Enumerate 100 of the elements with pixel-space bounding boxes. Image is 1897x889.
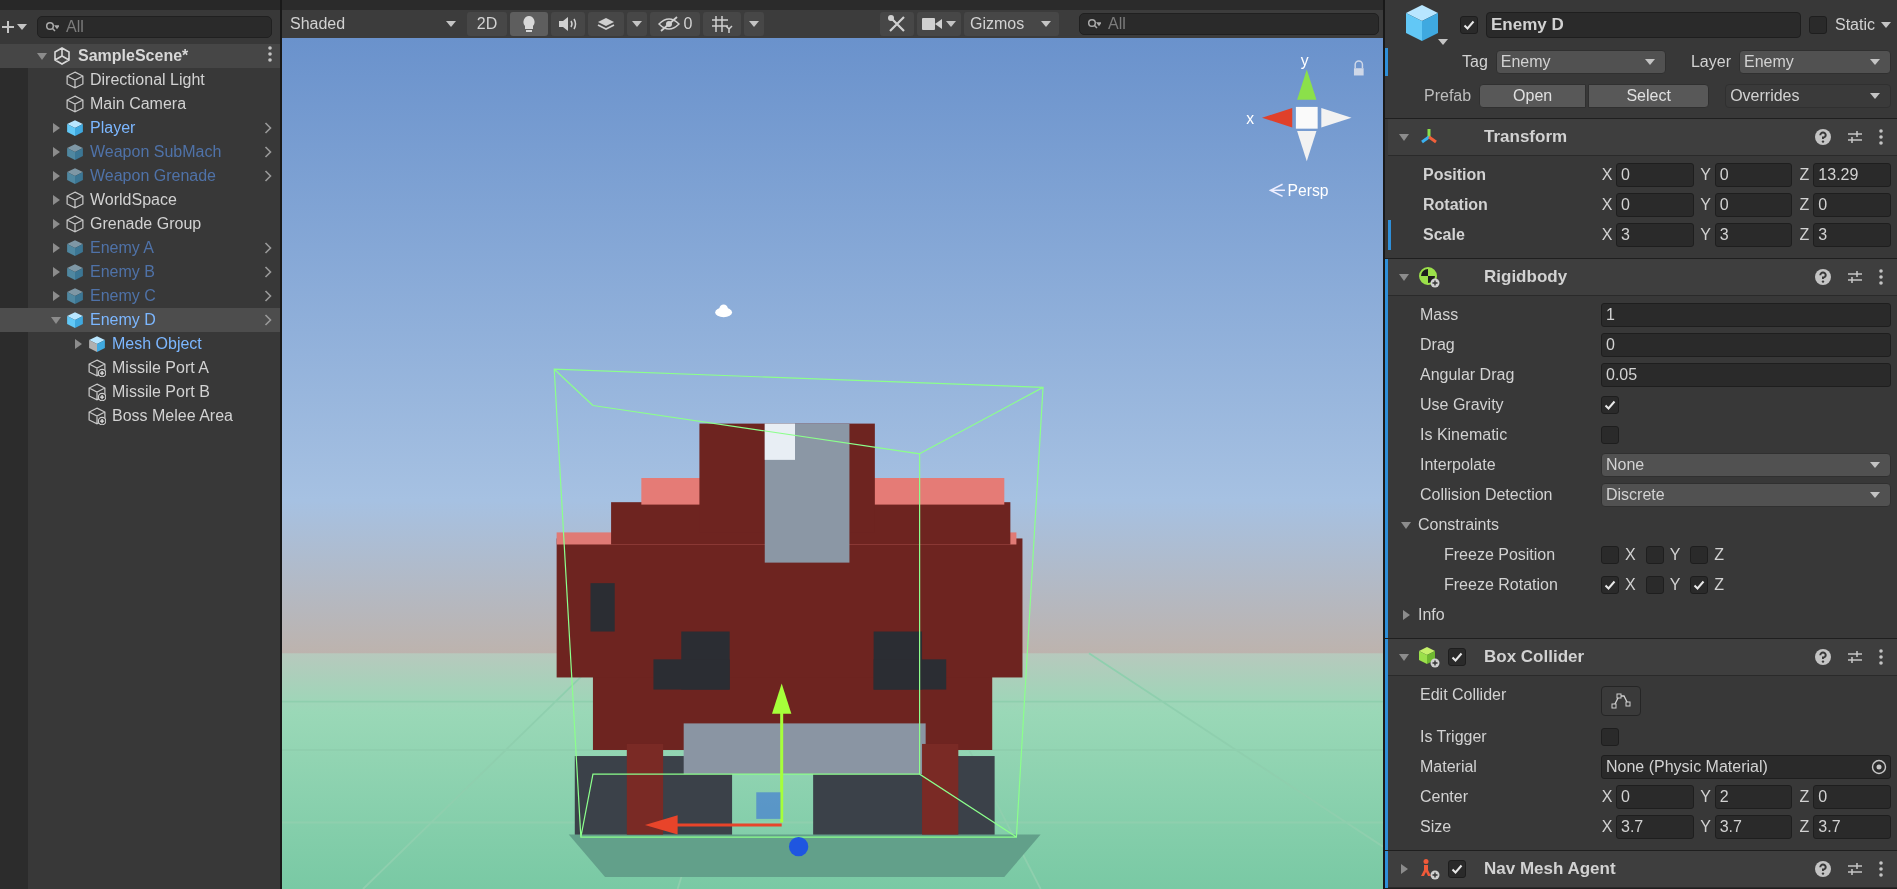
foldout-arrow-icon[interactable] [1400,609,1412,621]
number-field[interactable]: 2 [1714,785,1793,809]
sliders-icon[interactable] [1847,129,1863,145]
kebab-menu-icon[interactable] [1879,861,1883,877]
toolbar-button[interactable]: 0 [650,12,700,36]
foldout-arrow-icon[interactable] [1398,271,1410,283]
sliders-icon[interactable] [1847,269,1863,285]
checkbox[interactable] [1448,860,1466,878]
chevron-right-icon[interactable] [264,314,272,326]
help-icon[interactable] [1815,269,1831,285]
foldout-arrow-icon[interactable] [50,242,62,254]
toolbar-button[interactable] [917,12,961,36]
foldout-arrow-icon[interactable] [50,266,62,278]
foldout[interactable]: Info [1400,606,1445,624]
hierarchy-item[interactable]: Missile Port A [0,356,280,380]
tag-dropdown[interactable]: Enemy [1495,50,1666,74]
help-icon[interactable] [1815,861,1831,877]
foldout[interactable]: Constraints [1400,516,1499,534]
chevron-right-icon[interactable] [264,290,272,302]
dropdown-button[interactable] [744,12,764,36]
number-field[interactable]: 13.29 [1813,163,1891,187]
hierarchy-item[interactable]: Directional Light [0,68,280,92]
number-field[interactable]: 0.05 [1601,363,1891,387]
lock-icon[interactable] [1353,60,1364,76]
toolbar-button[interactable] [703,12,741,36]
checkbox[interactable] [1601,576,1619,594]
foldout-arrow-icon[interactable] [50,218,62,230]
number-field[interactable]: 1 [1601,303,1891,327]
foldout-arrow-icon[interactable] [1398,131,1410,143]
number-field[interactable]: 0 [1616,193,1694,217]
foldout-arrow-icon[interactable] [72,338,84,350]
hierarchy-item[interactable]: Grenade Group [0,212,280,236]
number-field[interactable]: 3 [1813,223,1891,247]
layer-dropdown[interactable]: Enemy [1739,50,1891,74]
number-field[interactable]: 0 [1616,785,1694,809]
hierarchy-item[interactable]: Boss Melee Area [0,404,280,428]
static-dropdown[interactable]: Static [1835,16,1891,34]
foldout-arrow-icon[interactable] [50,170,62,182]
number-field[interactable]: 3.7 [1714,815,1793,839]
target-icon[interactable] [1871,759,1887,775]
toolbar-button[interactable] [551,12,585,36]
chevron-right-icon[interactable] [264,242,272,254]
checkbox[interactable] [1690,576,1709,594]
foldout-arrow-icon[interactable] [50,314,62,326]
hierarchy-item[interactable]: WorldSpace [0,188,280,212]
sliders-icon[interactable] [1847,861,1863,877]
help-icon[interactable] [1815,649,1831,665]
foldout-arrow-icon[interactable] [1400,519,1412,531]
hierarchy-item[interactable]: Mesh Object [0,332,280,356]
foldout-arrow-icon[interactable] [1398,651,1410,663]
name-field[interactable]: Enemy D [1486,12,1801,38]
checkbox[interactable] [1645,576,1664,594]
number-field[interactable]: 0 [1714,163,1793,187]
orientation-gizmo-drawing[interactable] [1262,69,1352,162]
search-field[interactable]: All [37,16,272,38]
chevron-right-icon[interactable] [264,146,272,158]
foldout-arrow-icon[interactable] [50,290,62,302]
number-field[interactable]: 3.7 [1813,815,1891,839]
checkbox[interactable] [1448,648,1466,666]
search-field[interactable]: All [1079,13,1379,35]
sliders-icon[interactable] [1847,649,1863,665]
hierarchy-item[interactable]: Enemy D [0,308,280,332]
hierarchy-item[interactable]: Main Camera [0,92,280,116]
toolbar-button[interactable] [880,12,914,36]
scene-item[interactable]: SampleScene* [0,44,280,68]
checkbox[interactable] [1601,426,1619,444]
number-field[interactable]: 0 [1601,333,1891,357]
add-button[interactable] [0,21,29,33]
overrides-dropdown[interactable]: Overrides [1725,84,1891,108]
object-field[interactable]: None (Physic Material) [1601,755,1891,779]
chevron-right-icon[interactable] [264,122,272,134]
dropdown[interactable]: None [1601,453,1891,477]
kebab-menu-icon[interactable] [1879,269,1883,285]
checkbox[interactable] [1601,396,1619,414]
toolbar-button[interactable] [510,12,548,36]
kebab-menu-icon[interactable] [1879,649,1883,665]
checkbox[interactable] [1601,546,1619,564]
foldout-arrow-icon[interactable] [50,146,62,158]
edit-collider-button[interactable] [1601,686,1641,716]
dropdown-button[interactable] [627,12,647,36]
foldout-arrow-icon[interactable] [50,122,62,134]
kebab-menu-icon[interactable] [1879,129,1883,145]
number-field[interactable]: 0 [1813,193,1891,217]
number-field[interactable]: 3 [1714,223,1793,247]
foldout-arrow-icon[interactable] [36,50,48,62]
gizmos-dropdown[interactable]: Gizmos [964,12,1059,36]
number-field[interactable]: 3 [1616,223,1694,247]
number-field[interactable]: 0 [1616,163,1694,187]
prefab-button[interactable]: Select [1588,84,1710,108]
chevron-right-icon[interactable] [264,170,272,182]
kebab-menu-icon[interactable] [268,46,272,62]
help-icon[interactable] [1815,129,1831,145]
toolbar-button[interactable] [588,12,624,36]
number-field[interactable]: 0 [1714,193,1793,217]
checkbox[interactable] [1690,546,1709,564]
toolbar-button[interactable]: 2D [467,12,507,36]
checkbox[interactable] [1809,16,1827,34]
hierarchy-item[interactable]: Player [0,116,280,140]
hierarchy-item[interactable]: Missile Port B [0,380,280,404]
chevron-right-icon[interactable] [264,266,272,278]
